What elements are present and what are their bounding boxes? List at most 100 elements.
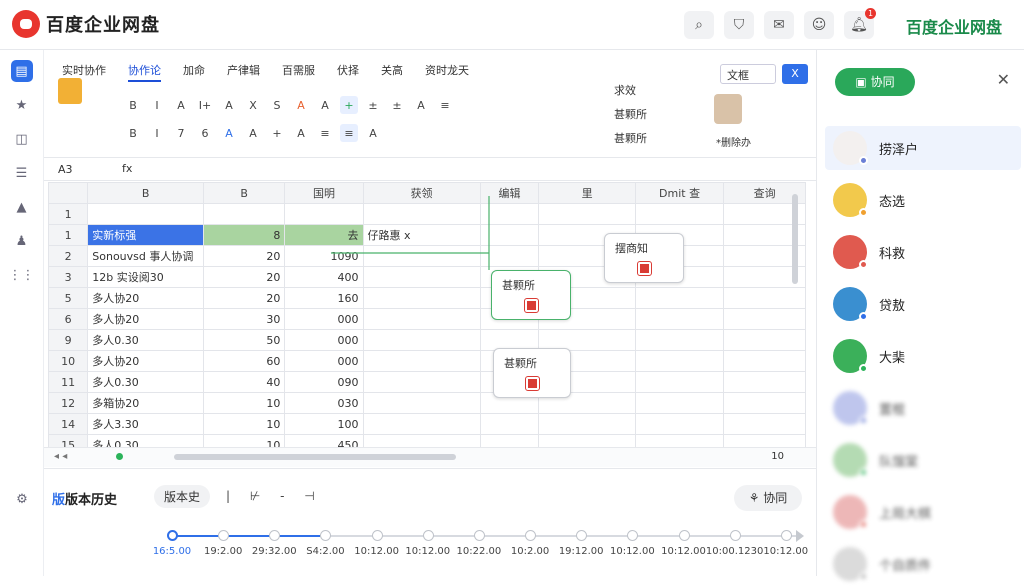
timeline-controls[interactable]: | ⊬ - ⊣	[226, 489, 323, 503]
spreadsheet-grid[interactable]: B B 国明 获领 编辑 里 Dmit 查 查询 1 1 实新标强 8 去仔路惠 x2S…	[48, 182, 806, 447]
collaborator-item[interactable]: 捞泽户	[825, 126, 1021, 170]
collaborator-name: 态选	[879, 194, 906, 210]
tab-item[interactable]: 加命	[183, 62, 205, 82]
connector-lines	[331, 196, 490, 270]
list-icon[interactable]: ☰	[11, 162, 33, 184]
person-icon[interactable]: ♟	[11, 230, 33, 252]
search-icon[interactable]: ⌕	[684, 11, 714, 39]
insert-row-button[interactable]: +	[340, 96, 358, 114]
font-button[interactable]: A	[220, 96, 238, 114]
font-color-button[interactable]: A	[172, 96, 190, 114]
tab-item[interactable]: 资时龙天	[425, 62, 469, 82]
vertical-scrollbar[interactable]	[792, 194, 798, 284]
insert-chart-button[interactable]: 甚颗所	[614, 106, 647, 122]
border-button[interactable]: A	[244, 124, 262, 142]
align-left-button[interactable]: ≡	[316, 124, 334, 142]
decimal-button[interactable]: 6	[196, 124, 214, 142]
timeline-dot[interactable]	[422, 530, 434, 541]
timeline-dot[interactable]	[525, 530, 537, 541]
chat-icon: ▣	[855, 75, 871, 89]
collaborate-button[interactable]: ▣ 协同	[835, 68, 915, 96]
align-justify-button[interactable]: ≡	[340, 124, 358, 142]
grid-icon[interactable]: ⋮⋮	[9, 264, 35, 286]
insert-table-button[interactable]: 求效	[614, 82, 647, 98]
version-chip[interactable]: 版本史	[154, 485, 211, 508]
app-logo[interactable]: 百度企业网盘	[12, 10, 160, 38]
font-select[interactable]: 文框	[720, 64, 776, 84]
font-dropdown-button[interactable]: A	[412, 96, 430, 114]
collaborator-item[interactable]: 态选	[825, 178, 1021, 222]
tree-icon[interactable]: ▲	[11, 196, 33, 218]
align-button[interactable]: ±	[388, 96, 406, 114]
collaborator-item[interactable]: 大棐	[825, 334, 1021, 378]
user-avatar-button[interactable]	[714, 94, 742, 124]
doc-icon[interactable]: ▤	[10, 60, 33, 82]
sheet-nav-arrows[interactable]: ◂ ◂	[54, 451, 67, 462]
collaborator-name: 置棍	[879, 402, 906, 418]
brand-link[interactable]: 百度企业网盘	[906, 14, 1002, 38]
collaborator-item[interactable]: 科救	[825, 230, 1021, 274]
highlight-button[interactable]: A	[292, 96, 310, 114]
delete-button[interactable]: *删除办	[716, 134, 751, 149]
fill-color-button[interactable]: A	[220, 124, 238, 142]
merge-button[interactable]: +	[268, 124, 286, 142]
bold-button[interactable]: B	[124, 96, 142, 114]
timeline-dot[interactable]	[371, 530, 383, 541]
timeline-dot[interactable]	[678, 530, 690, 541]
bell-icon[interactable]: 🔔︎ 1	[844, 8, 876, 39]
font-size-up-button[interactable]: I+	[196, 96, 214, 114]
collaborator-item[interactable]: 队馏棠	[825, 438, 1021, 482]
timeline-label: 10:12.00	[763, 546, 809, 557]
text-color-button[interactable]: A	[316, 96, 334, 114]
timeline-dot[interactable]	[167, 530, 178, 541]
timeline-dot[interactable]	[627, 530, 639, 541]
timeline-dot[interactable]	[576, 530, 588, 541]
collaborator-name: 个自质件	[879, 558, 932, 574]
insert-shape-button[interactable]: 甚颗所	[614, 130, 647, 146]
online-dot-icon	[116, 453, 123, 460]
gear-icon[interactable]: ⚙	[11, 488, 33, 510]
fx-icon[interactable]: fx	[122, 162, 132, 175]
close-icon[interactable]: ✕	[997, 70, 1010, 89]
collaborator-item[interactable]: 贷敖	[825, 282, 1021, 326]
text-direction-button[interactable]: A	[364, 124, 382, 142]
ribbon-close-button[interactable]: X	[782, 64, 808, 84]
star-icon[interactable]: ★	[11, 94, 33, 116]
timeline-dot[interactable]	[780, 530, 792, 541]
italic-button[interactable]: I	[148, 96, 166, 114]
cell-reference[interactable]: A3	[58, 163, 73, 176]
timeline-dot[interactable]	[473, 530, 485, 541]
timeline-dot[interactable]	[320, 530, 332, 541]
tab-item[interactable]: 百需服	[282, 62, 315, 82]
tab-item[interactable]: 产律辑	[227, 62, 260, 82]
shield-icon[interactable]: ⛉	[724, 11, 754, 39]
collaborator-item[interactable]: 个自质件	[825, 542, 1021, 586]
emoji-icon[interactable]: ☺	[804, 11, 834, 39]
timeline-dot[interactable]	[218, 530, 230, 541]
timeline-dot[interactable]	[269, 530, 281, 541]
collaborator-item[interactable]: 上局大棋	[825, 490, 1021, 534]
avatar	[833, 339, 868, 373]
number-format-button[interactable]: 7	[172, 124, 190, 142]
text-style-button[interactable]: A	[292, 124, 310, 142]
horizontal-scrollbar[interactable]	[174, 454, 456, 460]
collaborator-name: 科救	[879, 246, 906, 262]
timeline-dot[interactable]	[729, 530, 741, 541]
version-prefix: 版	[52, 493, 66, 508]
avatar	[833, 391, 868, 425]
clear-format-button[interactable]: X	[244, 96, 262, 114]
align-center-button[interactable]: ±	[364, 96, 382, 114]
collab-button[interactable]: ⚘ 协同	[734, 485, 802, 511]
tab-item[interactable]: 关高	[381, 62, 403, 82]
wrap-button[interactable]: ≡	[436, 96, 454, 114]
tab-item-active[interactable]: 协作论	[128, 62, 161, 82]
paste-icon[interactable]	[58, 78, 82, 104]
tab-item[interactable]: 伏择	[337, 62, 359, 82]
italic-button-2[interactable]: I	[148, 124, 166, 142]
chart-icon[interactable]: ◫	[11, 128, 33, 150]
message-icon[interactable]: ✉	[764, 11, 794, 39]
strikethrough-button[interactable]: S	[268, 96, 286, 114]
bold-button-2[interactable]: B	[124, 124, 142, 142]
collaborator-item[interactable]: 置棍	[825, 386, 1021, 430]
status-dot	[859, 520, 868, 529]
